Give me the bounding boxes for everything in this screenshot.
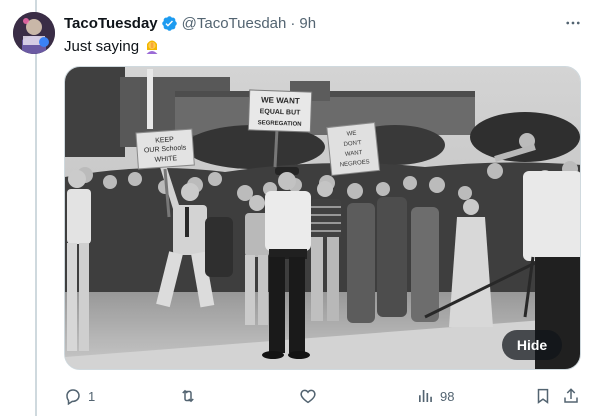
avatar[interactable] (13, 12, 55, 54)
more-options-icon[interactable] (562, 12, 584, 34)
tweet-header: TacoTuesday @TacoTuesdah · 9h (64, 13, 316, 33)
verified-badge-icon[interactable] (161, 15, 178, 32)
views-chart-icon (416, 387, 434, 405)
woman-facepalming-emoji-icon (144, 38, 160, 54)
reply-count: 1 (88, 388, 96, 404)
view-count: 98 (440, 388, 455, 404)
reply-button[interactable]: 1 (64, 384, 95, 408)
tweet-text-content: Just saying (64, 37, 140, 55)
like-button[interactable] (299, 384, 323, 408)
views-button[interactable]: 98 (416, 384, 454, 408)
tweet-timestamp[interactable]: 9h (299, 15, 316, 32)
tweet-media-photo[interactable]: KEEP OUR Schools WHITE WE WANT EQUAL BUT… (64, 66, 581, 370)
bookmark-button[interactable] (534, 384, 552, 408)
bookmark-icon (534, 387, 552, 405)
author-handle[interactable]: @TacoTuesdah (182, 15, 287, 32)
tweet-actions: 1 98 (64, 384, 581, 408)
share-icon (562, 387, 580, 405)
author-display-name[interactable]: TacoTuesday (64, 15, 158, 32)
separator-dot: · (290, 14, 296, 32)
repost-icon (178, 387, 198, 405)
tweet[interactable]: TacoTuesday @TacoTuesdah · 9h Just sayin… (0, 0, 598, 416)
repost-button[interactable] (178, 384, 204, 408)
tweet-text: Just saying (64, 36, 160, 56)
reply-icon (64, 387, 82, 405)
heart-icon (299, 387, 317, 405)
share-button[interactable] (562, 384, 580, 408)
hide-media-button[interactable]: Hide (502, 330, 562, 360)
